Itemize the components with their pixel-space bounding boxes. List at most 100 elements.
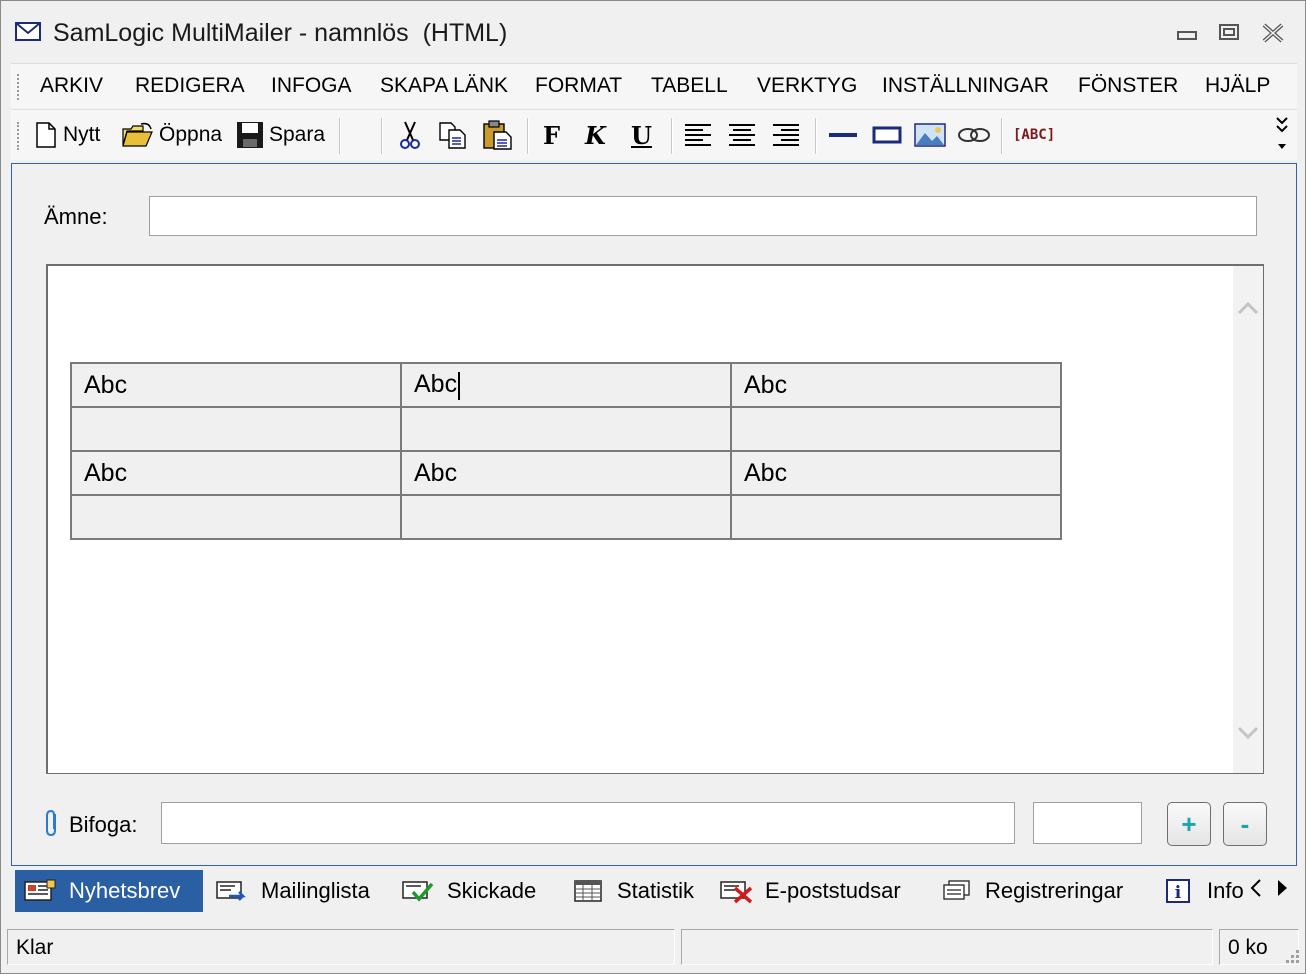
tab-nyhetsbrev[interactable]: Nyhetsbrev — [15, 870, 203, 912]
tab-scroll-left-icon[interactable] — [1249, 878, 1263, 898]
underline-glyph: U — [631, 120, 652, 150]
copy-button[interactable] — [437, 118, 469, 152]
align-left-button[interactable] — [683, 118, 713, 152]
align-right-button[interactable] — [771, 118, 801, 152]
new-label: Nytt — [63, 123, 101, 146]
paperclip-icon — [46, 809, 56, 837]
chevron-up-icon[interactable] — [1237, 298, 1259, 320]
menu-skapa-lank[interactable]: SKAPA LÄNK — [380, 74, 508, 98]
table-cell[interactable] — [70, 494, 402, 540]
table-cell[interactable]: Abc — [730, 362, 1062, 408]
open-button[interactable]: Öppna — [121, 118, 222, 152]
editor-scrollbar[interactable] — [1233, 266, 1263, 773]
table-cell[interactable]: Abc — [730, 450, 1062, 496]
tab-skickade[interactable]: Skickade — [393, 870, 544, 912]
newsletter-panel: Ämne: Abc Abc Abc Abc Abc Abc Bifoga: + … — [11, 163, 1297, 866]
status-bar: Klar 0 ko — [1, 925, 1305, 971]
scissors-icon — [400, 121, 420, 149]
html-editor[interactable]: Abc Abc Abc Abc Abc Abc — [46, 264, 1264, 774]
restore-icon[interactable] — [1215, 19, 1243, 47]
remove-attachment-button[interactable]: - — [1223, 802, 1267, 846]
tab-scroll-right-icon[interactable] — [1275, 878, 1289, 898]
menu-arkiv[interactable]: ARKIV — [40, 74, 103, 98]
toolbar-grip[interactable] — [17, 122, 21, 150]
spellcheck-icon: [ABC] — [1013, 127, 1056, 143]
tab-e-poststudsar[interactable]: E-poststudsar — [711, 870, 909, 912]
close-icon[interactable] — [1259, 19, 1287, 47]
italic-button[interactable]: K — [585, 118, 606, 152]
resize-grip-icon[interactable] — [1279, 945, 1301, 967]
horizontal-line-icon — [829, 133, 857, 137]
tab-registreringar[interactable]: Registreringar — [931, 870, 1131, 912]
table-cell[interactable] — [400, 494, 732, 540]
save-label: Spara — [269, 123, 326, 146]
attach-path-input[interactable] — [161, 802, 1015, 844]
minimize-icon[interactable] — [1173, 19, 1201, 47]
menu-installningar[interactable]: INSTÄLLNINGAR — [882, 74, 1049, 98]
align-right-icon — [773, 124, 799, 146]
menu-bar: ARKIV REDIGERA INFOGA SKAPA LÄNK FORMAT … — [11, 63, 1297, 108]
new-button[interactable]: Nytt — [33, 118, 100, 152]
paste-button[interactable] — [481, 118, 513, 152]
table-cell[interactable] — [730, 406, 1062, 452]
menu-grip[interactable] — [17, 74, 21, 100]
table-row: Abc Abc Abc — [70, 362, 1062, 408]
tab-statistik[interactable]: Statistik — [563, 870, 702, 912]
subject-input[interactable] — [149, 196, 1257, 236]
spellcheck-button[interactable]: [ABC] — [1013, 118, 1055, 152]
menu-format[interactable]: FORMAT — [535, 74, 622, 98]
align-center-button[interactable] — [727, 118, 757, 152]
menu-fonster[interactable]: FÖNSTER — [1078, 74, 1178, 98]
registrations-icon — [943, 880, 970, 900]
chevron-down-icon[interactable] — [1237, 721, 1259, 743]
newsletter-icon — [24, 879, 56, 901]
insert-link-button[interactable] — [957, 118, 991, 152]
insert-image-button[interactable] — [913, 118, 947, 152]
tab-label: Skickade — [447, 878, 537, 903]
tab-label: E-poststudsar — [765, 878, 901, 903]
add-attachment-button[interactable]: + — [1167, 802, 1211, 846]
cut-button[interactable] — [397, 118, 423, 152]
tab-info[interactable]: i Info — [1153, 870, 1255, 912]
save-button[interactable]: Spara — [235, 118, 325, 152]
underline-button[interactable]: U — [631, 118, 652, 152]
table-row — [70, 406, 1062, 452]
menu-verktyg[interactable]: VERKTYG — [757, 74, 857, 98]
toolbar-separator — [1001, 118, 1003, 154]
status-text: Klar — [7, 929, 675, 965]
toolbar-separator — [527, 118, 529, 154]
chain-link-icon — [958, 128, 990, 142]
info-icon: i — [1166, 879, 1190, 903]
table-cell[interactable] — [400, 406, 732, 452]
table-row: Abc Abc Abc — [70, 450, 1062, 496]
toolbar: Nytt Öppna Spara F K U [ABC] — [11, 109, 1297, 160]
svg-text:i: i — [1175, 883, 1182, 903]
tab-mailinglista[interactable]: Mailinglista — [207, 870, 378, 912]
align-left-icon — [685, 124, 711, 146]
table-cell[interactable] — [70, 406, 402, 452]
text-caret — [458, 371, 461, 400]
toolbar-overflow-icon[interactable] — [1275, 114, 1289, 154]
menu-tabell[interactable]: TABELL — [651, 74, 728, 98]
sent-check-icon — [402, 881, 434, 902]
bold-glyph: F — [543, 120, 561, 150]
title-bar: SamLogic MultiMailer - namnlös (HTML) — [1, 1, 1305, 59]
table-cell-active[interactable]: Abc — [400, 362, 732, 408]
copy-icon — [439, 122, 466, 149]
app-window: SamLogic MultiMailer - namnlös (HTML) AR… — [0, 0, 1306, 974]
horizontal-line-button[interactable] — [827, 118, 859, 152]
menu-infoga[interactable]: INFOGA — [271, 74, 352, 98]
content-table[interactable]: Abc Abc Abc Abc Abc Abc — [70, 362, 1062, 540]
image-icon — [914, 123, 946, 147]
bold-button[interactable]: F — [543, 118, 560, 152]
menu-hjalp[interactable]: HJÄLP — [1205, 74, 1270, 98]
floppy-disk-icon — [237, 122, 263, 148]
bottom-tab-bar: Nyhetsbrev Mailinglista Skickade Statist… — [11, 865, 1297, 916]
menu-redigera[interactable]: REDIGERA — [135, 74, 245, 98]
table-cell[interactable]: Abc — [70, 450, 402, 496]
insert-box-button[interactable] — [871, 118, 903, 152]
paste-icon — [483, 120, 512, 150]
table-cell[interactable]: Abc — [70, 362, 402, 408]
table-cell[interactable]: Abc — [400, 450, 732, 496]
table-cell[interactable] — [730, 494, 1062, 540]
